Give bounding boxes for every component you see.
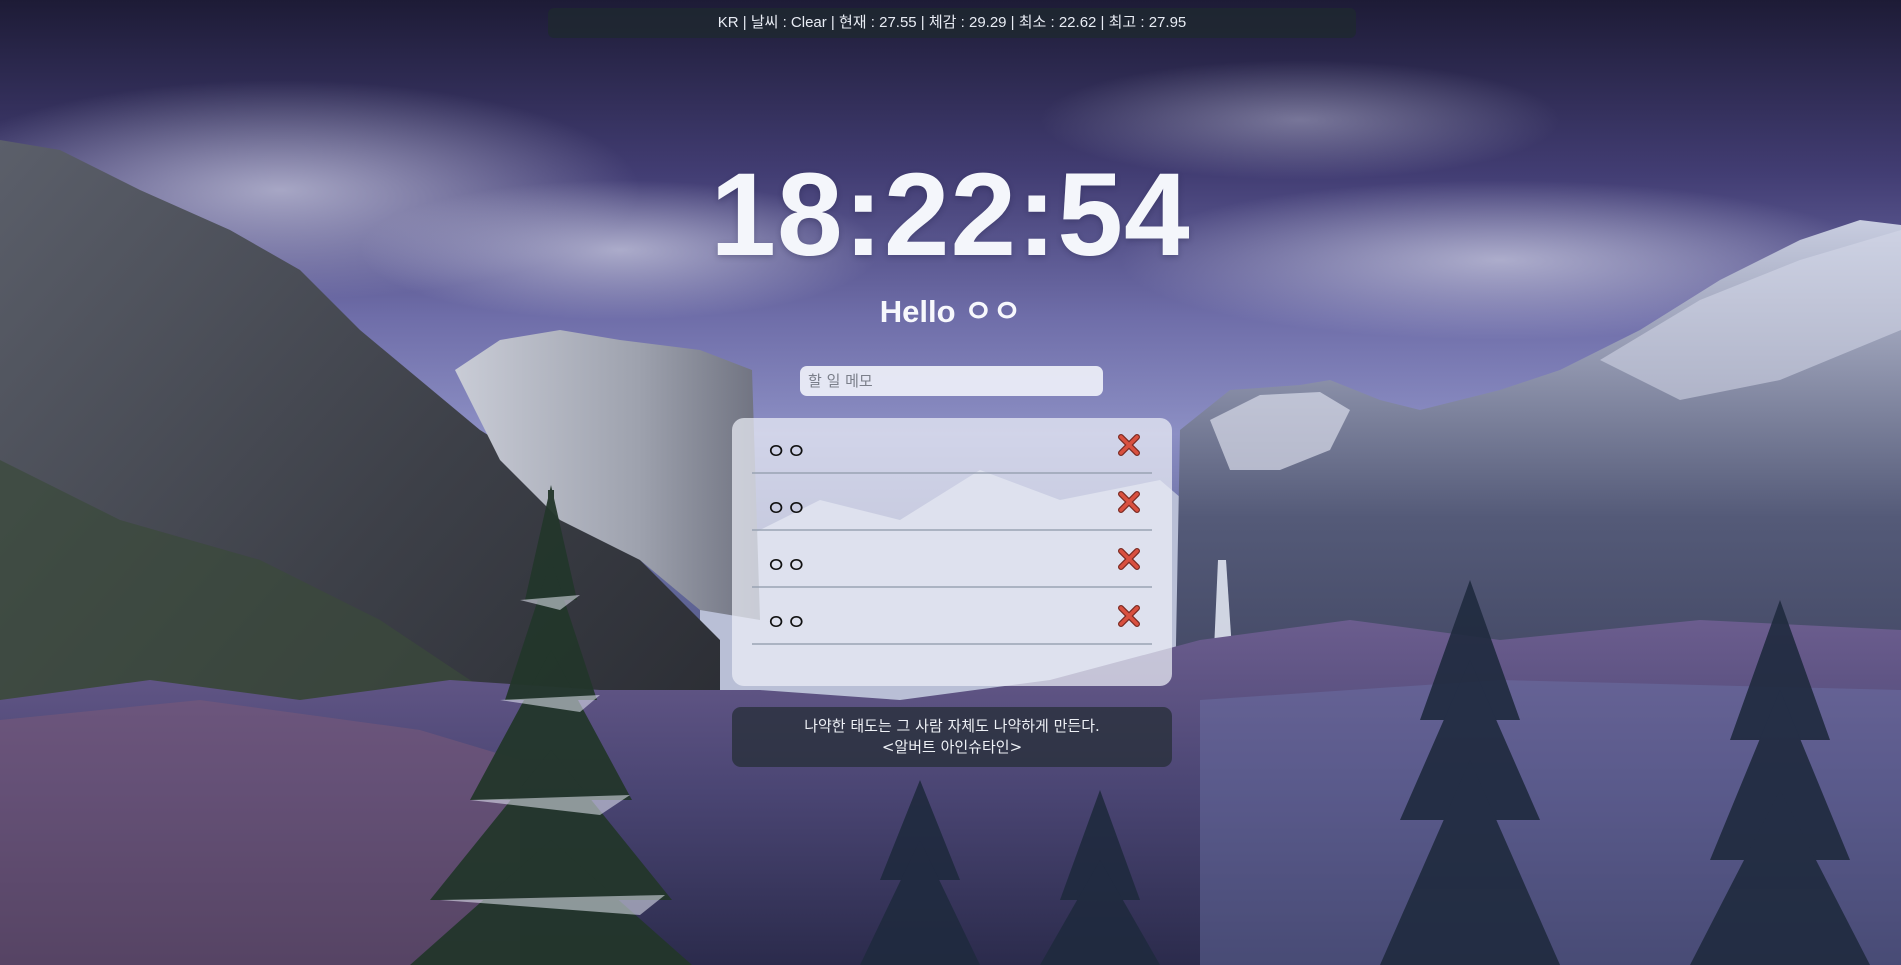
delete-todo-button[interactable] bbox=[1116, 489, 1142, 515]
quote-text: 나약한 태도는 그 사람 자체도 나약하게 만든다. bbox=[804, 717, 1100, 735]
todo-item: ㅇㅇ bbox=[752, 589, 1152, 645]
todo-input[interactable] bbox=[800, 366, 1103, 396]
todo-item: ㅇㅇ bbox=[752, 418, 1152, 474]
clock: 18:22:54 bbox=[710, 149, 1191, 281]
greeting: Hello ㅇㅇ bbox=[879, 294, 1022, 329]
weather-text: KR | 날씨 : Clear | 현재 : 27.55 | 체감 : 29.2… bbox=[717, 14, 1187, 31]
close-x-icon bbox=[1118, 548, 1140, 570]
todo-item-text: ㅇㅇ bbox=[766, 554, 807, 579]
todo-item: ㅇㅇ bbox=[752, 532, 1152, 588]
todo-item-text: ㅇㅇ bbox=[766, 611, 807, 636]
close-x-icon bbox=[1118, 605, 1140, 627]
todo-panel: ㅇㅇ ㅇㅇ ㅇㅇ ㅇㅇ bbox=[732, 418, 1172, 686]
quote-box: 나약한 태도는 그 사람 자체도 나약하게 만든다. <알버트 아인슈타인> bbox=[732, 707, 1172, 767]
weather-bar: KR | 날씨 : Clear | 현재 : 27.55 | 체감 : 29.2… bbox=[548, 8, 1356, 38]
delete-todo-button[interactable] bbox=[1116, 432, 1142, 458]
todo-list: ㅇㅇ ㅇㅇ ㅇㅇ ㅇㅇ bbox=[732, 418, 1172, 645]
todo-item: ㅇㅇ bbox=[752, 475, 1152, 531]
todo-item-text: ㅇㅇ bbox=[766, 440, 807, 465]
todo-item-text: ㅇㅇ bbox=[766, 497, 807, 522]
close-x-icon bbox=[1118, 434, 1140, 456]
quote-author: <알버트 아인슈타인> bbox=[881, 738, 1023, 756]
delete-todo-button[interactable] bbox=[1116, 546, 1142, 572]
close-x-icon bbox=[1118, 491, 1140, 513]
delete-todo-button[interactable] bbox=[1116, 603, 1142, 629]
